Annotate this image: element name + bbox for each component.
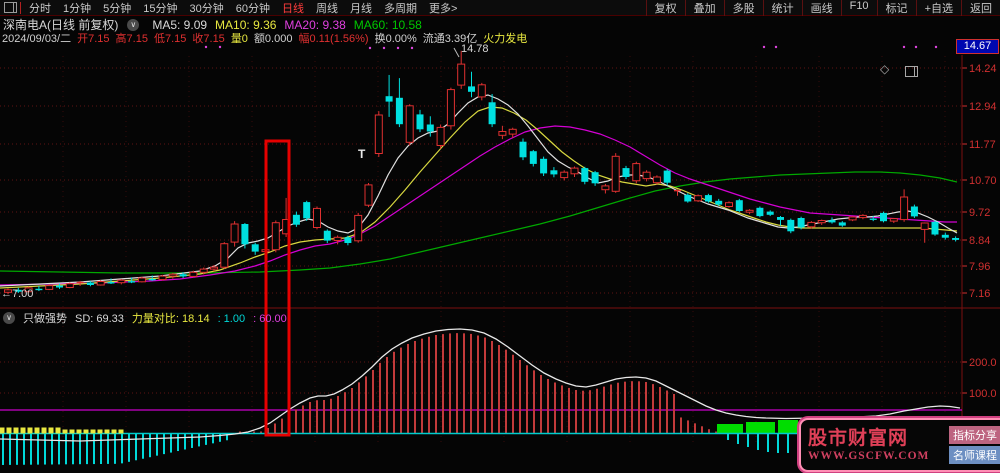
- collapse-chevron-icon[interactable]: ∨: [3, 312, 15, 324]
- quote-field: 额0.000: [253, 33, 293, 45]
- watermark-url: WWW.GSCFW.COM: [808, 450, 930, 462]
- menu-item-返回[interactable]: 返回: [961, 0, 1000, 16]
- menu-item-统计[interactable]: 统计: [762, 0, 802, 16]
- tools-menu: 复权 叠加 多股 统计 画线 F10 标记 +自选 返回: [645, 0, 1000, 16]
- menu-item-复权[interactable]: 复权: [645, 0, 685, 16]
- menu-item-月线[interactable]: 月线: [344, 3, 378, 15]
- indicator-value: : 60.00: [253, 313, 287, 325]
- menu-item-多股[interactable]: 多股: [723, 0, 763, 16]
- menu-item-60分钟[interactable]: 60分钟: [230, 3, 276, 15]
- svg-text:7.16: 7.16: [969, 288, 990, 300]
- badge-teacher-course: 名师课程: [949, 446, 1000, 464]
- indicator-value: : 1.00: [217, 313, 246, 325]
- quote-field: 流通3.39亿: [422, 33, 478, 45]
- left-price-label: ←7.00: [1, 288, 34, 300]
- watermark-title: 股市财富网: [808, 428, 909, 449]
- watermark-badges: 指标分享 名师课程: [949, 424, 1000, 466]
- menu-item-日线[interactable]: 日线: [276, 3, 310, 15]
- period-menu: 分时 1分钟 5分钟 15分钟 30分钟 60分钟 日线 周线 月线 多周期 更多>: [23, 0, 463, 16]
- indicator-value: SD: 69.33: [75, 313, 124, 325]
- svg-text:11.77: 11.77: [969, 139, 996, 151]
- quote-field: 幅0.11(1.56%): [298, 33, 369, 45]
- chart-canvas[interactable]: 14.24 12.94 11.77 10.70 9.72 8.84 7.96 7.16 200.…: [0, 0, 1000, 473]
- svg-text:7.96: 7.96: [969, 261, 990, 273]
- indicator-value: 力量对比: 18.14: [131, 313, 210, 325]
- menu-item-F10[interactable]: F10: [840, 0, 877, 16]
- quote-field: 2024/09/03/二: [2, 33, 72, 45]
- menu-item-分时[interactable]: 分时: [23, 3, 57, 15]
- svg-text:12.94: 12.94: [969, 101, 997, 113]
- menu-item-周线[interactable]: 周线: [310, 3, 344, 15]
- quote-field: 开7.15: [77, 33, 110, 45]
- menu-item-多周期[interactable]: 多周期: [378, 3, 423, 15]
- menu-item-叠加[interactable]: 叠加: [684, 0, 724, 16]
- diamond-icon[interactable]: ◇: [880, 62, 889, 76]
- indicator-value: 只做强势: [23, 313, 67, 325]
- quote-field: 量0: [230, 33, 248, 45]
- svg-text:100.0: 100.0: [969, 388, 997, 400]
- top-price-box: 14.67: [956, 39, 999, 54]
- menu-item-更多>[interactable]: 更多>: [423, 3, 463, 15]
- indicator-values: 只做强势 SD: 69.33 力量对比: 18.14 : 1.00 : 60.00: [23, 310, 295, 326]
- quote-field: 换0.00%: [374, 33, 417, 45]
- quote-detail-row: 2024/09/03/二 开7.15 高7.15 低7.15 收7.15 量0 额0.000…: [2, 30, 527, 46]
- menu-item-+自选[interactable]: +自选: [915, 0, 961, 16]
- quote-field: 火力发电: [483, 33, 528, 45]
- stock-app-window: 分时 1分钟 5分钟 15分钟 30分钟 60分钟 日线 周线 月线 多周期 更多> 复权 叠加 多股统…: [0, 0, 1000, 473]
- menu-item-标记[interactable]: 标记: [876, 0, 916, 16]
- window-restore-icon[interactable]: [4, 2, 17, 13]
- svg-text:14.24: 14.24: [969, 63, 997, 75]
- svg-text:8.84: 8.84: [969, 235, 990, 247]
- menu-item-5分钟[interactable]: 5分钟: [97, 3, 137, 15]
- quote-field: 收7.15: [192, 33, 225, 45]
- quote-field: 高7.15: [115, 33, 148, 45]
- menu-item-30分钟[interactable]: 30分钟: [184, 3, 230, 15]
- svg-text:9.72: 9.72: [969, 207, 990, 219]
- svg-text:10.70: 10.70: [969, 175, 997, 187]
- split-window-icon[interactable]: [905, 66, 918, 77]
- menu-item-画线[interactable]: 画线: [801, 0, 841, 16]
- quote-field: 低7.15: [153, 33, 187, 45]
- t-annotation: T: [358, 147, 366, 161]
- watermark-text: 股市财富网 WWW.GSCFW.COM: [808, 428, 929, 462]
- menubar: 分时 1分钟 5分钟 15分钟 30分钟 60分钟 日线 周线 月线 多周期 更多> 复权 叠加 多股统…: [0, 0, 1000, 16]
- svg-text:200.0: 200.0: [969, 357, 997, 369]
- menubar-divider: [20, 1, 21, 14]
- menu-item-1分钟[interactable]: 1分钟: [57, 3, 97, 15]
- collapse-chevron-icon[interactable]: ∨: [127, 18, 140, 31]
- menu-item-15分钟[interactable]: 15分钟: [137, 3, 183, 15]
- indicator-panel-header: ∨ 只做强势 SD: 69.33 力量对比: 18.14 : 1.00 : 60.00: [3, 310, 295, 326]
- watermark: 股市财富网 WWW.GSCFW.COM 指标分享 名师课程: [799, 418, 1000, 472]
- badge-indicator-share: 指标分享: [949, 426, 1000, 444]
